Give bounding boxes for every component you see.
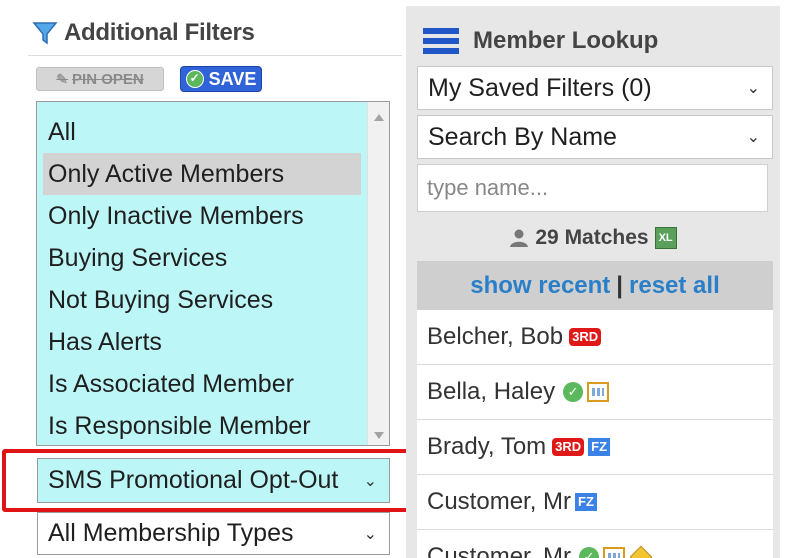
member-name: Bella, Haley [427, 378, 556, 405]
member-lookup-header: Member Lookup [423, 26, 658, 56]
membership-types-value: All Membership Types [48, 519, 294, 547]
status-option-associated-member[interactable]: Is Associated Member [43, 363, 361, 405]
member-results-list: Belcher, Bob 3RD Bella, Haley ✓ Brady, T… [417, 310, 773, 558]
membership-types-select[interactable]: All Membership Types ⌄ [37, 512, 390, 555]
link-separator: | [616, 271, 624, 299]
status-option-only-inactive[interactable]: Only Inactive Members [43, 195, 361, 237]
reset-all-link[interactable]: reset all [629, 272, 720, 300]
third-party-badge-icon: 3RD [569, 328, 602, 346]
member-row[interactable]: Customer, Mr ✓ [417, 530, 773, 558]
check-circle-icon: ✓ [563, 382, 584, 402]
save-button[interactable]: ✓ SAVE [180, 66, 262, 92]
check-circle-icon: ✓ [579, 547, 600, 558]
match-count: 29 Matches XL [406, 223, 780, 253]
member-row[interactable]: Bella, Haley ✓ [417, 365, 773, 420]
pin-open-label: PIN OPEN [72, 70, 144, 88]
search-by-value: Search By Name [428, 122, 617, 151]
check-circle-icon: ✓ [185, 70, 204, 88]
chevron-down-icon: ⌄ [746, 80, 760, 97]
name-search-input[interactable] [417, 164, 768, 212]
status-option-responsible-member[interactable]: Is Responsible Member [43, 405, 361, 445]
pin-icon: ✎ [56, 70, 69, 87]
scroll-down-arrow-icon[interactable] [374, 432, 384, 439]
member-name: Brady, Tom [427, 433, 547, 460]
freeze-badge-icon: FZ [588, 438, 611, 456]
calendar-icon [587, 382, 610, 402]
third-party-badge-icon: 3RD [552, 438, 585, 456]
header-divider [28, 55, 402, 56]
freeze-badge-icon: FZ [575, 493, 597, 511]
excel-export-icon[interactable]: XL [654, 227, 677, 249]
sms-opt-out-select[interactable]: SMS Promotional Opt-Out ⌄ [37, 458, 390, 503]
member-status-listbox[interactable]: All Only Active Members Only Inactive Me… [36, 101, 390, 446]
funnel-icon [32, 22, 58, 45]
recent-reset-bar: show recent | reset all [417, 261, 773, 310]
member-row[interactable]: Customer, Mr FZ [417, 475, 773, 530]
person-icon [510, 229, 529, 247]
member-row[interactable]: Belcher, Bob 3RD [417, 310, 773, 365]
status-option-buying-services[interactable]: Buying Services [43, 237, 361, 279]
listbox-scrollbar[interactable] [367, 102, 389, 445]
show-recent-link[interactable]: show recent [470, 272, 610, 300]
chevron-down-icon: ⌄ [363, 525, 377, 543]
pin-open-button[interactable]: ✎ PIN OPEN [36, 67, 164, 91]
sms-opt-out-value: SMS Promotional Opt-Out [48, 466, 339, 494]
member-name: Customer, Mr [427, 543, 572, 558]
additional-filters-title: Additional Filters [64, 19, 255, 46]
member-name: Belcher, Bob [427, 323, 564, 350]
search-by-select[interactable]: Search By Name ⌄ [417, 115, 773, 159]
additional-filters-header: Additional Filters [32, 15, 255, 51]
chevron-down-icon: ⌄ [746, 129, 760, 146]
member-lookup-title: Member Lookup [473, 27, 659, 54]
match-count-text: 29 Matches [535, 226, 649, 249]
scroll-up-arrow-icon[interactable] [374, 114, 384, 121]
chevron-down-icon: ⌄ [363, 472, 377, 490]
member-lookup-panel: Member Lookup My Saved Filters (0) ⌄ Sea… [406, 6, 780, 558]
save-label: SAVE [208, 68, 257, 89]
status-option-has-alerts[interactable]: Has Alerts [43, 321, 361, 363]
saved-filters-select[interactable]: My Saved Filters (0) ⌄ [417, 66, 773, 110]
calendar-icon [603, 547, 626, 558]
status-option-not-buying-services[interactable]: Not Buying Services [43, 279, 361, 321]
member-row[interactable]: Brady, Tom 3RD FZ [417, 420, 773, 475]
diamond-warning-icon [629, 545, 653, 558]
status-option-only-active[interactable]: Only Active Members [43, 153, 361, 195]
member-name: Customer, Mr [427, 488, 572, 515]
saved-filters-value: My Saved Filters (0) [428, 73, 652, 102]
status-option-all[interactable]: All [43, 111, 361, 153]
hamburger-menu-icon[interactable] [423, 28, 459, 54]
